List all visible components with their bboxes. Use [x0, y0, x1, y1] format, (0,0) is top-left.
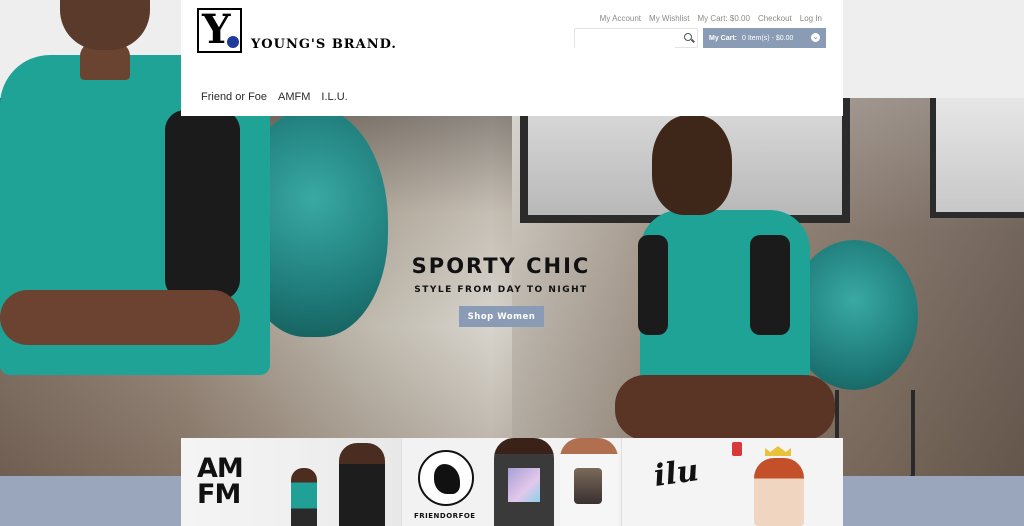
nav-amfm[interactable]: AMFM — [278, 91, 310, 103]
shirt-print — [574, 468, 602, 504]
hero-subtitle: STYLE FROM DAY TO NIGHT — [414, 285, 588, 295]
my-wishlist-link[interactable]: My Wishlist — [649, 14, 689, 23]
model-right-legs — [615, 375, 835, 440]
shirt-print — [508, 468, 540, 502]
hero-title: SPORTY CHIC — [411, 254, 591, 278]
crown-image — [765, 446, 791, 456]
tile-model-image — [339, 443, 385, 526]
cart-dropdown[interactable]: My Cart: 0 Item(s) - $0.00 ⌄ — [703, 28, 826, 48]
logo-letter: Y — [202, 6, 231, 53]
cart-label: My Cart: — [709, 34, 738, 42]
brand-tiles: AM FM FRIENDORFOE ilu — [181, 438, 843, 526]
brand-tile-amfm[interactable]: AM FM — [181, 438, 401, 526]
friendorfoe-logo-icon — [418, 450, 474, 506]
search-icon[interactable] — [684, 33, 692, 41]
logo-wordmark[interactable]: YOUNG'S BRAND. — [251, 37, 397, 52]
my-account-link[interactable]: My Account — [600, 14, 641, 23]
checkout-link[interactable]: Checkout — [758, 14, 792, 23]
login-link[interactable]: Log In — [800, 14, 822, 23]
cart-summary: 0 Item(s) - $0.00 — [742, 34, 794, 42]
hero-window — [930, 98, 1024, 218]
nav-ilu[interactable]: I.L.U. — [321, 91, 347, 103]
shop-women-button[interactable]: Shop Women — [459, 306, 544, 327]
nav-friend-or-foe[interactable]: Friend or Foe — [201, 91, 267, 103]
model-left-face — [60, 0, 150, 50]
friendorfoe-label: FRIENDORFOE — [414, 512, 476, 520]
tile-model-image — [291, 468, 317, 526]
cup-image — [732, 442, 742, 456]
tile-model-image — [560, 438, 618, 526]
amfm-logo: AM FM — [197, 453, 244, 510]
search-input[interactable] — [575, 30, 675, 48]
main-nav: Friend or Foe AMFM I.L.U. — [201, 91, 348, 103]
logo-icon[interactable]: Y — [197, 6, 242, 53]
model-right-head — [652, 115, 732, 215]
brand-tile-friendorfoe[interactable]: FRIENDORFOE — [401, 438, 621, 526]
chair-legs — [835, 390, 915, 480]
chevron-down-icon[interactable]: ⌄ — [811, 33, 820, 42]
logo-dot — [227, 36, 239, 48]
ilu-logo: ilu — [651, 453, 701, 494]
search-box — [574, 28, 698, 48]
brand-tile-ilu[interactable]: ilu — [621, 438, 843, 526]
tile-model-image — [494, 438, 554, 526]
model-left-arm — [0, 290, 240, 345]
tile-model-image — [754, 458, 804, 526]
my-cart-link[interactable]: My Cart: $0.00 — [697, 14, 749, 23]
account-links: My Account My Wishlist My Cart: $0.00 Ch… — [600, 14, 822, 23]
site-header: Y YOUNG'S BRAND. My Account My Wishlist … — [181, 0, 843, 116]
